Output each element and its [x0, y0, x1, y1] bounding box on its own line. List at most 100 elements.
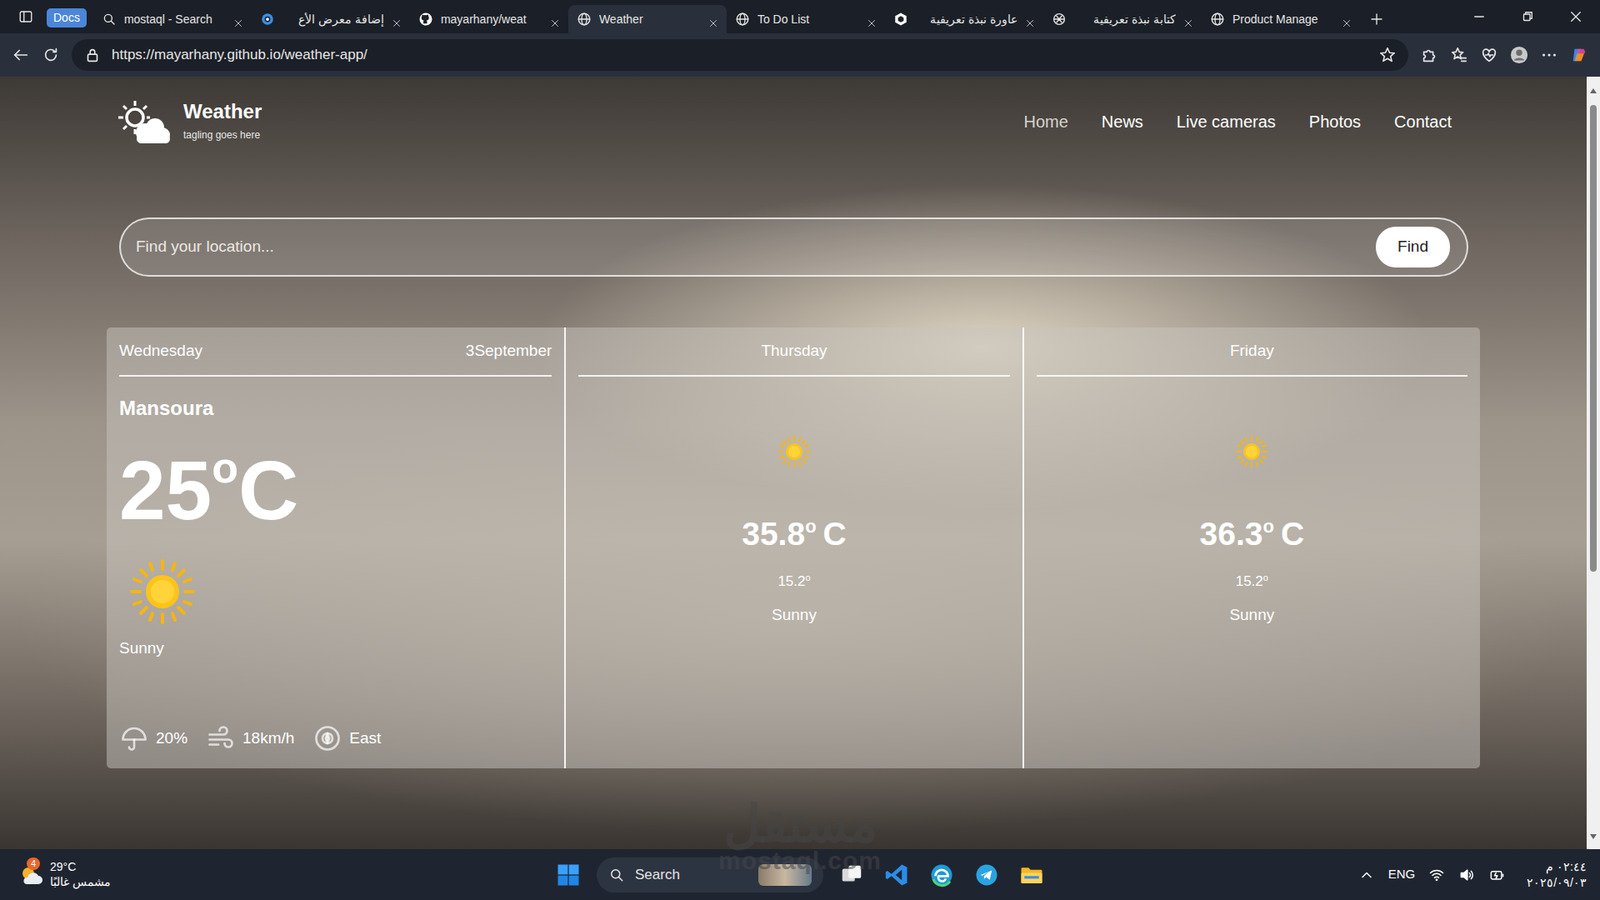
- clock[interactable]: ٠٢:٤٤ م٢٠٢٥/٠٩/٠٣: [1526, 859, 1587, 890]
- volume-icon[interactable]: [1458, 866, 1475, 884]
- browser-tab[interactable]: Product Manage: [1201, 5, 1360, 34]
- windows-icon[interactable]: [551, 858, 585, 892]
- close-icon[interactable]: [233, 14, 244, 25]
- scroll-up-icon: [1590, 80, 1597, 100]
- wifi-icon[interactable]: [1428, 866, 1445, 884]
- temp-value: 15.2: [1235, 573, 1264, 590]
- degree: o: [1262, 515, 1274, 537]
- file-explorer-icon[interactable]: [1015, 858, 1049, 892]
- language[interactable]: ENG: [1388, 865, 1416, 885]
- ring-favicon-icon: [260, 11, 275, 27]
- nav-link[interactable]: Photos: [1309, 109, 1361, 135]
- close-icon[interactable]: [550, 14, 560, 25]
- tab-actions-icon[interactable]: [18, 9, 34, 25]
- restore-icon[interactable]: [1520, 9, 1535, 25]
- day-name: Thursday: [760, 339, 827, 364]
- close-icon[interactable]: [866, 14, 877, 25]
- scroll-thumb[interactable]: [1590, 105, 1597, 572]
- nav-link[interactable]: Contact: [1394, 109, 1452, 135]
- max-temperature: 35.8oC: [741, 510, 847, 560]
- hex-favicon-icon: [893, 11, 909, 27]
- nav-link[interactable]: Live cameras: [1176, 109, 1276, 135]
- forecast-body: 35.8oC15.2oSunny: [578, 376, 1010, 628]
- profile-icon[interactable]: [1510, 45, 1529, 65]
- brand[interactable]: Weathertagling goes here: [116, 99, 262, 145]
- close-icon[interactable]: [1183, 14, 1194, 25]
- tab-label: To Do List: [757, 10, 860, 29]
- brand-name: Weather: [183, 100, 262, 123]
- menu-icon[interactable]: [1540, 45, 1559, 65]
- browser-essentials-icon[interactable]: [1480, 45, 1499, 65]
- close-icon[interactable]: [708, 14, 719, 25]
- vscode-icon[interactable]: [880, 858, 914, 892]
- task-view-icon[interactable]: [835, 858, 869, 892]
- nav-link[interactable]: News: [1101, 109, 1144, 135]
- close-icon[interactable]: [1341, 14, 1352, 25]
- browser-tab[interactable]: إضافة معرض الأع: [251, 5, 410, 34]
- tab-label: عاورة نبذة تعريفية: [915, 10, 1018, 29]
- close-icon[interactable]: [1025, 14, 1035, 25]
- search-icon[interactable]: [608, 866, 625, 884]
- forecast-header: Thursday: [578, 327, 1010, 377]
- restore-button[interactable]: [1503, 0, 1552, 34]
- window-controls: [1455, 0, 1600, 34]
- umbrella-icon: [119, 723, 150, 754]
- tab-actions[interactable]: [8, 0, 44, 34]
- github-favicon-icon: [418, 11, 434, 27]
- sun-icon: [777, 435, 811, 469]
- browser-tab[interactable]: mostaql - Search: [93, 5, 252, 34]
- edge-icon[interactable]: [925, 858, 959, 892]
- scrollbar[interactable]: [1586, 76, 1600, 850]
- stat-value: 18km/h: [242, 726, 295, 751]
- extensions-icon[interactable]: [1420, 45, 1439, 65]
- sun-cloud-logo-icon[interactable]: [116, 99, 172, 145]
- star-icon[interactable]: [1378, 45, 1397, 65]
- forecast-body: 36.3oC15.2oSunny: [1036, 376, 1468, 628]
- minimize-button[interactable]: [1455, 0, 1504, 34]
- weather-widget-icon: 4: [18, 862, 44, 888]
- watermark: مستقلmostaql.com: [0, 798, 1600, 874]
- minimize-icon[interactable]: [1471, 9, 1487, 25]
- browser-tab[interactable]: To Do List: [726, 5, 885, 34]
- stat-value: 20%: [155, 726, 188, 751]
- reload-icon[interactable]: [41, 45, 60, 65]
- location-input[interactable]: [134, 234, 1366, 260]
- browser-tab[interactable]: Weather: [568, 5, 727, 34]
- browser-tab[interactable]: كتابة نبذة تعريفية: [1043, 5, 1202, 34]
- taskbar-search[interactable]: Search: [596, 857, 824, 893]
- browser-tab[interactable]: mayarhany/weat: [410, 5, 569, 34]
- forecast-header: Friday: [1036, 327, 1468, 377]
- plus-icon[interactable]: [1369, 11, 1385, 27]
- globe-favicon-icon: [735, 11, 750, 27]
- stat-item: 18km/h: [205, 723, 295, 754]
- knot-favicon-icon: [1051, 11, 1067, 27]
- chevron-up-icon[interactable]: [1358, 866, 1375, 884]
- browser-tab[interactable]: عاورة نبذة تعريفية: [885, 5, 1044, 34]
- close-icon[interactable]: [391, 14, 402, 25]
- url-text[interactable]: https://mayarhany.github.io/weather-app/: [111, 44, 1369, 66]
- close-window-icon[interactable]: [1568, 9, 1584, 25]
- temp-value: 35.8: [741, 515, 805, 552]
- page-viewport: Weathertagling goes here Home News Live cam…: [0, 76, 1600, 850]
- new-tab-button[interactable]: [1360, 5, 1394, 34]
- degree: o: [805, 515, 816, 537]
- address-bar[interactable]: https://mayarhany.github.io/weather-app/: [71, 39, 1409, 71]
- condition: Sunny: [119, 636, 552, 661]
- tab-label: كتابة نبذة تعريفية: [1074, 10, 1176, 29]
- start-button[interactable]: [551, 858, 585, 892]
- copilot-icon[interactable]: [1570, 45, 1589, 65]
- telegram-icon[interactable]: [970, 858, 1004, 892]
- lock-icon[interactable]: [83, 45, 102, 65]
- stat-value: East: [349, 726, 381, 751]
- temp-unit: C: [238, 443, 299, 537]
- taskbar-apps: Search: [551, 849, 1049, 900]
- tab-group[interactable]: Docs: [46, 8, 87, 28]
- back-arrow-icon[interactable]: [11, 45, 30, 65]
- battery-icon[interactable]: [1488, 866, 1505, 884]
- find-button[interactable]: Find: [1375, 226, 1450, 268]
- nav-link[interactable]: Home: [1023, 109, 1068, 135]
- weather-text: 29°Cمشمس غالبًا: [50, 860, 111, 890]
- weather-widget[interactable]: 429°Cمشمس غالبًا: [18, 860, 269, 890]
- favorites-icon[interactable]: [1450, 45, 1469, 65]
- close-window-button[interactable]: [1551, 0, 1600, 34]
